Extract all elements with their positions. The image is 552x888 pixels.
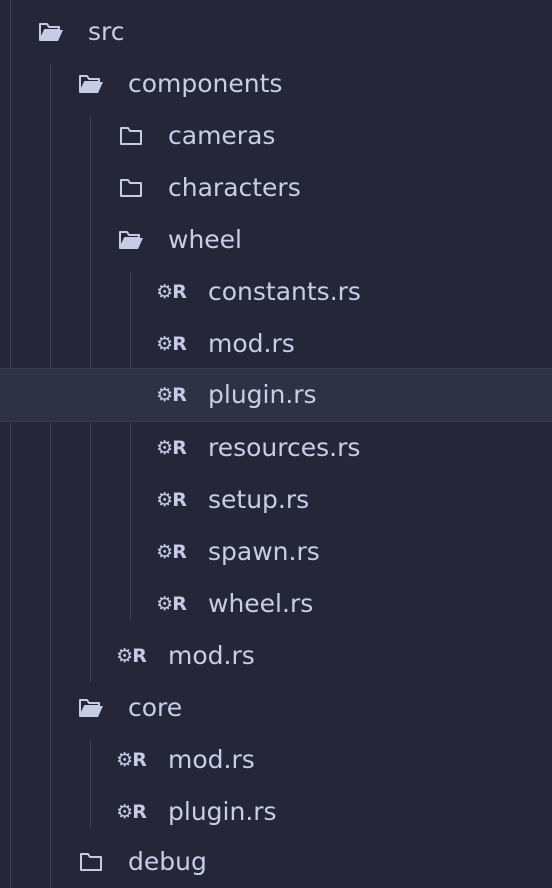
tree-item-label: components: [128, 69, 283, 98]
tree-item-label: plugin.rs: [208, 380, 317, 409]
tree-item-label: wheel.rs: [208, 589, 314, 618]
folder-open-icon: [118, 228, 144, 252]
rust-file-icon: ⚙R: [156, 333, 187, 355]
folder-open-icon: [38, 20, 64, 44]
folder-open-icon: [78, 72, 104, 96]
tree-item-label: mod.rs: [208, 329, 295, 358]
tree-item-setup-rs[interactable]: ⚙R setup.rs: [0, 474, 552, 526]
tree-item-components-folder[interactable]: components: [0, 58, 552, 110]
tree-item-label: characters: [168, 173, 301, 202]
tree-item-label: constants.rs: [208, 277, 361, 306]
tree-item-mod-rs[interactable]: ⚙R mod.rs: [0, 318, 552, 370]
tree-item-wheel-rs[interactable]: ⚙R wheel.rs: [0, 578, 552, 630]
tree-item-plugin-rs-selected[interactable]: ⚙R plugin.rs: [0, 368, 552, 422]
tree-item-label: spawn.rs: [208, 537, 320, 566]
rust-file-icon: ⚙R: [156, 489, 187, 511]
tree-item-core-folder[interactable]: core: [0, 682, 552, 734]
tree-item-label: mod.rs: [168, 745, 255, 774]
rust-file-icon: ⚙R: [156, 541, 187, 563]
tree-item-cameras-folder[interactable]: cameras: [0, 110, 552, 162]
tree-item-plugin-rs[interactable]: ⚙R plugin.rs: [0, 786, 552, 838]
tree-item-label: resources.rs: [208, 433, 361, 462]
folder-open-icon: [78, 696, 104, 720]
tree-item-label: plugin.rs: [168, 797, 277, 826]
tree-item-spawn-rs[interactable]: ⚙R spawn.rs: [0, 526, 552, 578]
rust-file-icon: ⚙R: [156, 281, 187, 303]
folder-closed-icon: [118, 176, 144, 200]
tree-item-label: mod.rs: [168, 641, 255, 670]
tree-item-mod-rs[interactable]: ⚙R mod.rs: [0, 630, 552, 682]
folder-closed-icon: [78, 850, 104, 874]
tree-item-label: cameras: [168, 121, 276, 150]
tree-item-src-folder[interactable]: src: [0, 6, 552, 58]
tree-item-label: src: [88, 17, 125, 46]
tree-item-resources-rs[interactable]: ⚙R resources.rs: [0, 422, 552, 474]
rust-file-icon: ⚙R: [116, 749, 147, 771]
tree-item-mod-rs[interactable]: ⚙R mod.rs: [0, 734, 552, 786]
file-tree: src components cameras characters wheel …: [0, 0, 552, 888]
folder-closed-icon: [118, 124, 144, 148]
rust-file-icon: ⚙R: [156, 593, 187, 615]
tree-item-characters-folder[interactable]: characters: [0, 162, 552, 214]
rust-file-icon: ⚙R: [116, 645, 147, 667]
tree-item-label: debug: [128, 847, 207, 876]
tree-item-wheel-folder[interactable]: wheel: [0, 214, 552, 266]
tree-item-constants-rs[interactable]: ⚙R constants.rs: [0, 266, 552, 318]
tree-item-label: setup.rs: [208, 485, 310, 514]
rust-file-icon: ⚙R: [156, 437, 187, 459]
tree-item-label: core: [128, 693, 183, 722]
tree-item-label: wheel: [168, 225, 242, 254]
rust-file-icon: ⚙R: [156, 384, 187, 406]
rust-file-icon: ⚙R: [116, 801, 147, 823]
tree-item-debug-folder[interactable]: debug: [0, 836, 552, 888]
